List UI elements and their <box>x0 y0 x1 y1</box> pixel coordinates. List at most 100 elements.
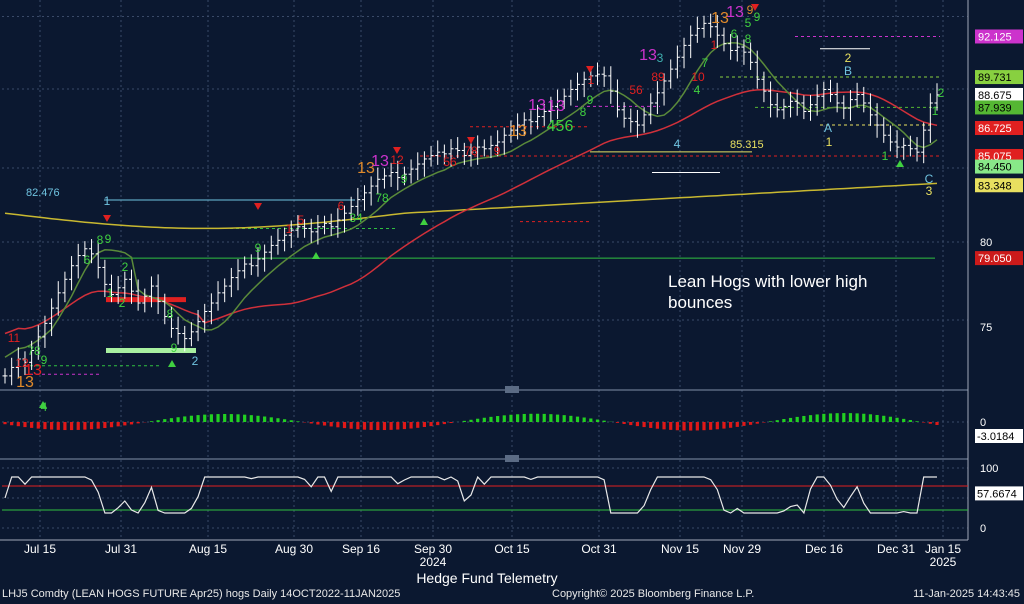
histogram-bar <box>396 422 400 430</box>
td-count: 9 <box>41 353 48 367</box>
histogram-bar <box>615 422 620 423</box>
histogram-bar <box>316 422 320 425</box>
histogram-bar <box>189 415 193 422</box>
td-count: 1 <box>286 222 293 236</box>
price-tag-label: 79.050 <box>978 253 1012 265</box>
histogram-bar <box>216 414 220 422</box>
td-count: 9 <box>587 93 594 107</box>
histogram-bar <box>522 413 526 422</box>
histogram-bar <box>229 414 233 422</box>
histogram-bar <box>902 418 906 422</box>
histogram-bar <box>356 422 360 430</box>
y-tick-label: 0 <box>980 523 986 535</box>
indicator-tag-label: 57.6674 <box>977 488 1017 500</box>
histogram-bar <box>263 416 267 422</box>
td-count: 13 <box>639 47 657 64</box>
x-tick-label: Sep 30 <box>414 542 452 556</box>
histogram-bar <box>795 416 799 422</box>
histogram-bar <box>163 419 167 422</box>
price-tag-label: 87.939 <box>978 102 1012 114</box>
histogram-bar <box>296 421 300 422</box>
histogram-bar <box>422 422 426 428</box>
td-count: 13 <box>509 123 527 140</box>
histogram-bar <box>715 422 719 430</box>
histogram-bar <box>203 414 207 422</box>
x-tick-label: Dec 31 <box>877 542 915 556</box>
histogram-bar <box>289 420 293 422</box>
histogram-bar <box>63 422 67 431</box>
histogram-bar <box>888 416 892 422</box>
histogram-bar <box>602 420 606 422</box>
histogram-bar <box>729 422 733 428</box>
histogram-bar <box>389 422 393 430</box>
histogram-bar <box>835 413 839 422</box>
histogram-bar <box>156 420 160 422</box>
histogram-bar <box>862 413 866 422</box>
histogram-bar <box>129 422 134 425</box>
histogram-bar <box>482 417 486 422</box>
td-count: 1 <box>588 73 595 87</box>
histogram-bar <box>842 413 846 422</box>
td-count: 6 <box>338 199 345 213</box>
td-count: 13 <box>547 98 565 115</box>
histogram-bar <box>768 421 773 422</box>
histogram-bar <box>808 415 813 422</box>
td-count: 2 <box>119 296 126 310</box>
histogram-bar <box>935 422 939 425</box>
histogram-bar <box>682 422 686 431</box>
histogram-bar <box>416 422 420 428</box>
histogram-bar <box>535 413 540 422</box>
td-count: 1 <box>711 38 718 52</box>
td-count: 9 <box>494 144 501 158</box>
histogram-bar <box>376 422 380 431</box>
level-label: 82.476 <box>26 187 60 199</box>
histogram-bar <box>642 422 646 428</box>
histogram-bar <box>695 422 699 431</box>
td-count: 13 <box>528 97 546 114</box>
histogram-bar <box>848 413 853 422</box>
price-tag-label: 92.125 <box>978 31 1012 43</box>
histogram-bar <box>43 422 47 430</box>
histogram-bar <box>109 422 114 428</box>
histogram-bar <box>788 417 793 422</box>
histogram-bar <box>429 422 433 427</box>
instrument-footer: LHJ5 Comdty (LEAN HOGS FUTURE Apr25) hog… <box>2 588 401 600</box>
x-tick-label: Aug 30 <box>275 542 313 556</box>
histogram-bar <box>922 422 926 423</box>
histogram-bar <box>476 418 480 422</box>
td-count: 56 <box>443 155 457 169</box>
td-count: 1 <box>104 194 111 208</box>
histogram-bar <box>595 419 600 422</box>
td-count: 2 <box>845 51 852 65</box>
td-count: 9 <box>401 172 408 186</box>
histogram-bar <box>76 422 80 430</box>
histogram-bar <box>516 414 520 422</box>
histogram-bar <box>50 422 54 430</box>
histogram-bar <box>329 422 333 427</box>
histogram-bar <box>562 415 566 422</box>
td-count: 89 <box>651 70 665 84</box>
histogram-bar <box>23 422 27 428</box>
histogram-bar <box>123 422 127 426</box>
td-count: 9 <box>105 232 112 246</box>
histogram-bar <box>276 418 280 422</box>
histogram-bar <box>928 422 932 424</box>
td-count: 3 <box>926 184 933 198</box>
td-count: 9 <box>255 241 262 255</box>
histogram-bar <box>908 420 912 422</box>
histogram-bar <box>742 422 746 426</box>
td-count: 8 <box>745 32 752 46</box>
y-tick-label: 80 <box>980 237 992 249</box>
td-count: 3 <box>657 51 664 65</box>
histogram-bar <box>3 422 7 425</box>
x-year-label: 2024 <box>420 555 447 569</box>
histogram-bar <box>622 422 626 424</box>
panel-handle <box>505 386 519 393</box>
histogram-bar <box>895 417 899 422</box>
histogram-bar <box>16 422 20 427</box>
histogram-bar <box>442 422 446 425</box>
histogram-bar <box>549 414 553 422</box>
copyright-footer: Copyright© 2025 Bloomberg Finance L.P. <box>552 588 755 600</box>
annotation-line-1: Lean Hogs with lower high <box>668 272 867 291</box>
histogram-bar <box>243 414 247 422</box>
